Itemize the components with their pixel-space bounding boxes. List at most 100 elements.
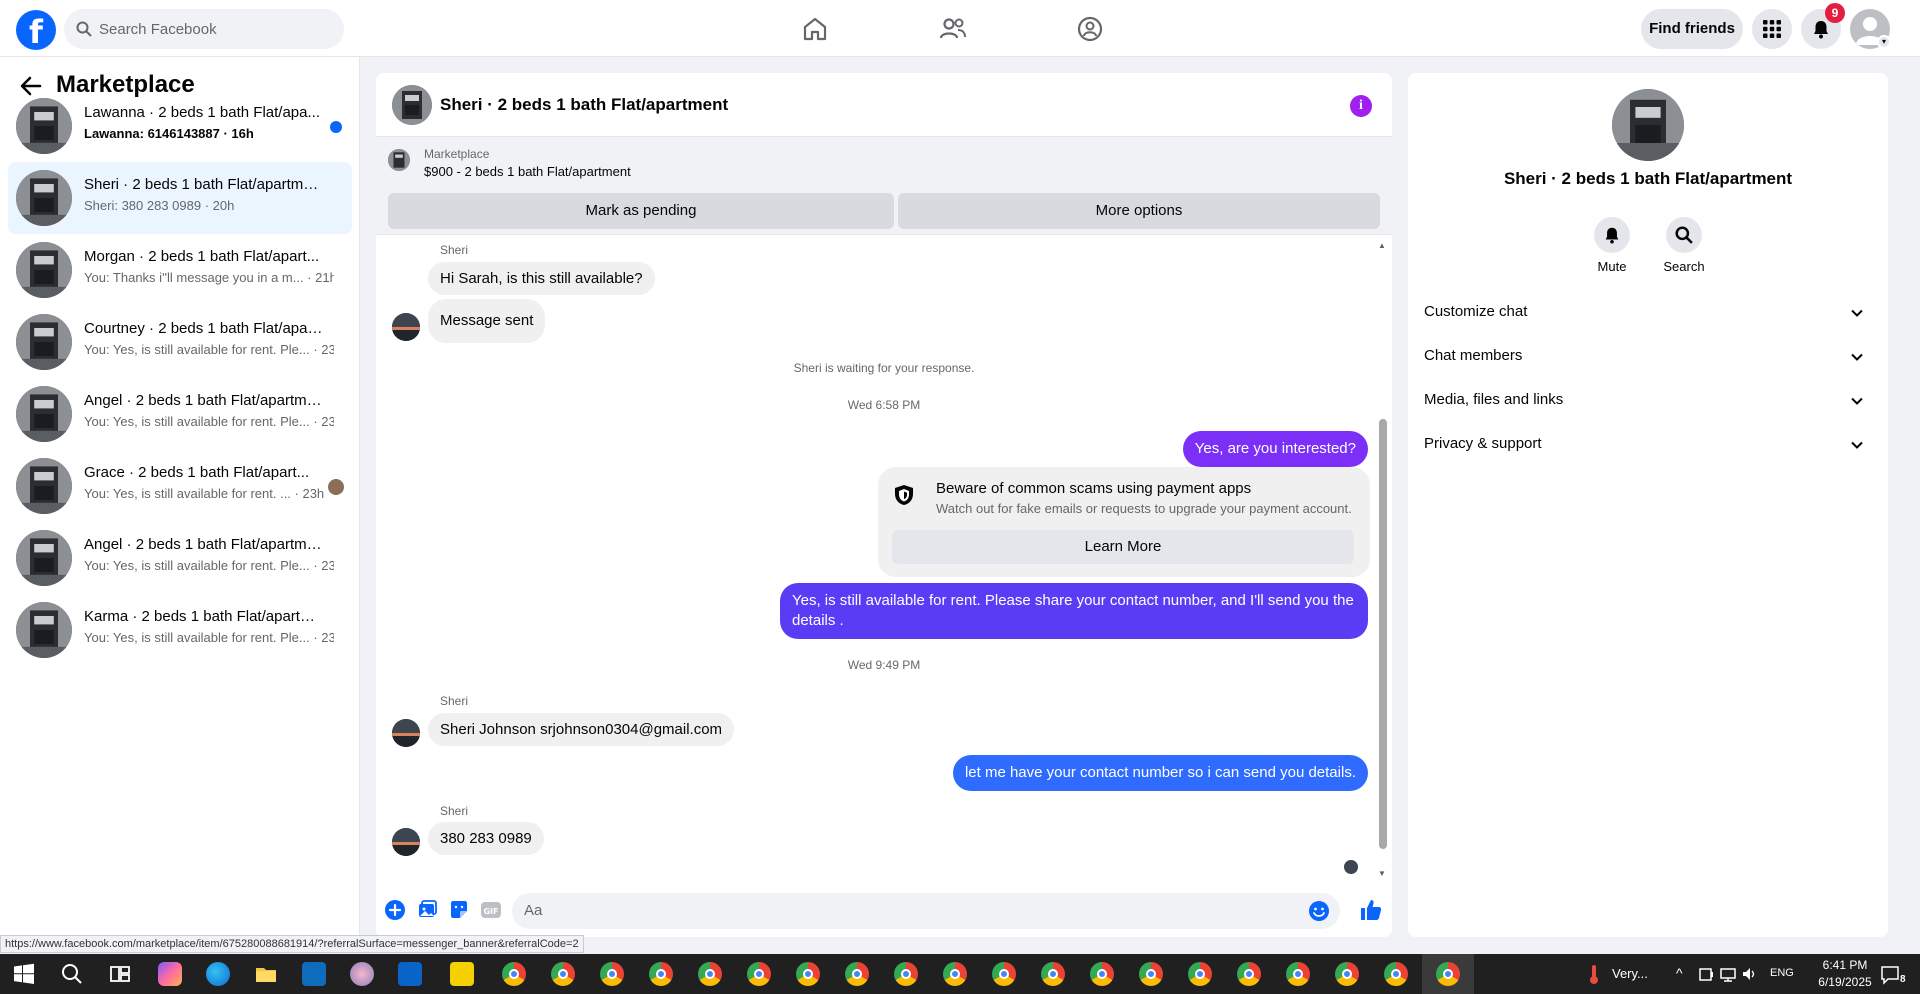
network-icon[interactable] bbox=[1719, 962, 1737, 986]
thermometer-icon[interactable] bbox=[1582, 962, 1606, 986]
customize-chat-row[interactable]: Customize chat bbox=[1424, 291, 1872, 335]
chat-header: Sheri · 2 beds 1 bath Flat/apartment i bbox=[376, 73, 1392, 137]
chrome-profile-icon[interactable] bbox=[894, 962, 918, 986]
incoming-message[interactable]: Hi Sarah, is this still available? bbox=[428, 262, 655, 295]
facebook-logo[interactable]: f bbox=[16, 10, 56, 50]
more-options-button[interactable]: More options bbox=[898, 193, 1380, 229]
message-scrollbar[interactable]: ▲ ▼ bbox=[1378, 241, 1388, 881]
gif-icon[interactable]: GIF bbox=[480, 899, 502, 921]
chrome-profile-icon[interactable] bbox=[1139, 962, 1163, 986]
chat-members-row[interactable]: Chat members bbox=[1424, 335, 1872, 379]
chrome-profile-icon[interactable] bbox=[649, 962, 673, 986]
task-view-icon[interactable] bbox=[108, 962, 132, 986]
mute-button[interactable]: Mute bbox=[1582, 217, 1642, 274]
chrome-profile-icon[interactable] bbox=[1041, 962, 1065, 986]
volume-icon[interactable] bbox=[1741, 962, 1759, 986]
clock-time[interactable]: 6:41 PM bbox=[1810, 958, 1880, 972]
battery-icon[interactable] bbox=[1697, 962, 1715, 986]
clock-date[interactable]: 6/19/2025 bbox=[1810, 975, 1880, 989]
chrome-profile-icon-active[interactable] bbox=[1436, 962, 1460, 986]
sticky-notes-icon[interactable] bbox=[450, 962, 474, 986]
emoji-icon[interactable] bbox=[1308, 900, 1330, 922]
outlook-icon[interactable] bbox=[398, 962, 422, 986]
notification-center-icon[interactable] bbox=[1880, 962, 1900, 986]
search-input[interactable]: Search Facebook bbox=[64, 9, 344, 49]
sender-avatar[interactable] bbox=[392, 828, 420, 856]
chevron-up-icon[interactable]: ^ bbox=[1676, 965, 1683, 981]
copilot-icon[interactable] bbox=[158, 962, 182, 986]
listing-avatar-large[interactable] bbox=[1612, 89, 1684, 161]
windows-start-icon[interactable] bbox=[12, 962, 36, 986]
groups-icon[interactable] bbox=[1075, 14, 1105, 44]
chrome-profile-icon[interactable] bbox=[551, 962, 575, 986]
search-icon[interactable] bbox=[60, 962, 84, 986]
incoming-message[interactable]: 380 283 0989 bbox=[428, 822, 544, 855]
info-icon[interactable]: i bbox=[1350, 95, 1372, 117]
chrome-profile-icon[interactable] bbox=[1286, 962, 1310, 986]
notifications-button[interactable]: 9 bbox=[1801, 3, 1845, 49]
chrome-profile-icon[interactable] bbox=[1384, 962, 1408, 986]
language-indicator[interactable]: ENG bbox=[1770, 967, 1794, 979]
chrome-icon[interactable] bbox=[502, 962, 526, 986]
photo-icon[interactable] bbox=[416, 899, 438, 921]
listing-price[interactable]: $900 - 2 beds 1 bath Flat/apartment bbox=[424, 164, 631, 179]
friends-icon[interactable] bbox=[938, 14, 968, 44]
incoming-message[interactable]: Sheri Johnson srjohnson0304@gmail.com bbox=[428, 713, 735, 746]
photos-icon[interactable] bbox=[350, 962, 374, 986]
conversation-item[interactable]: Angel · 2 beds 1 bath Flat/apartme... You… bbox=[8, 378, 352, 450]
scroll-down-arrow[interactable]: ▼ bbox=[1378, 869, 1386, 878]
listing-thumbnail-small[interactable] bbox=[388, 149, 410, 171]
sender-avatar[interactable] bbox=[392, 719, 420, 747]
scroll-up-arrow[interactable]: ▲ bbox=[1378, 241, 1386, 250]
outgoing-message[interactable]: Yes, is still available for rent. Please… bbox=[780, 583, 1368, 639]
file-explorer-icon[interactable] bbox=[254, 962, 278, 986]
conversation-item[interactable]: Courtney · 2 beds 1 bath Flat/apart... Yo… bbox=[8, 306, 352, 378]
search-in-chat-button[interactable]: Search bbox=[1654, 217, 1714, 274]
conversation-preview: You: Yes, is still available for rent. P… bbox=[84, 558, 334, 573]
weather-text[interactable]: Very... bbox=[1612, 966, 1648, 981]
thumbs-up-icon[interactable] bbox=[1358, 897, 1384, 923]
scroll-thumb[interactable] bbox=[1379, 419, 1387, 849]
chrome-profile-icon[interactable] bbox=[1090, 962, 1114, 986]
edge-icon[interactable] bbox=[206, 962, 230, 986]
chrome-profile-icon[interactable] bbox=[747, 962, 771, 986]
chrome-profile-icon[interactable] bbox=[600, 962, 624, 986]
sticker-icon[interactable] bbox=[448, 899, 470, 921]
chrome-profile-icon[interactable] bbox=[1188, 962, 1212, 986]
conversation-name: Angel · 2 beds 1 bath Flat/apartme... bbox=[84, 392, 324, 409]
message-input[interactable]: Aa bbox=[512, 893, 1340, 929]
conversation-item[interactable]: Grace · 2 beds 1 bath Flat/apart... You: … bbox=[8, 450, 352, 522]
find-friends-button[interactable]: Find friends bbox=[1641, 9, 1743, 49]
conversation-item[interactable]: Angel · 2 beds 1 bath Flat/apartme... You… bbox=[8, 522, 352, 594]
chrome-profile-icon[interactable] bbox=[1335, 962, 1359, 986]
conversation-item[interactable]: Karma · 2 beds 1 bath Flat/apartm... You:… bbox=[8, 594, 352, 666]
chat-members-label: Chat members bbox=[1424, 347, 1523, 364]
sender-avatar[interactable] bbox=[392, 313, 420, 341]
chrome-profile-icon[interactable] bbox=[796, 962, 820, 986]
conversation-item[interactable]: Sheri · 2 beds 1 bath Flat/apartment Sher… bbox=[8, 162, 352, 234]
conversation-preview: You: Thanks i''ll message you in a m... … bbox=[84, 270, 334, 285]
chrome-profile-icon[interactable] bbox=[698, 962, 722, 986]
chrome-profile-icon[interactable] bbox=[943, 962, 967, 986]
store-icon[interactable] bbox=[302, 962, 326, 986]
outgoing-message[interactable]: let me have your contact number so i can… bbox=[952, 755, 1368, 791]
chat-title[interactable]: Sheri · 2 beds 1 bath Flat/apartment bbox=[440, 95, 728, 115]
plus-circle-icon[interactable] bbox=[384, 899, 406, 921]
menu-button[interactable] bbox=[1752, 9, 1792, 49]
privacy-support-row[interactable]: Privacy & support bbox=[1424, 423, 1872, 467]
learn-more-button[interactable]: Learn More bbox=[892, 530, 1354, 564]
incoming-message[interactable]: Message sent bbox=[428, 299, 546, 343]
chevron-down-icon[interactable]: ▾ bbox=[1877, 35, 1891, 49]
outgoing-message[interactable]: Yes, are you interested? bbox=[1182, 431, 1368, 467]
sunset-photo bbox=[392, 828, 420, 856]
conversation-item[interactable]: Morgan · 2 beds 1 bath Flat/apart... You:… bbox=[8, 234, 352, 306]
mark-as-pending-button[interactable]: Mark as pending bbox=[388, 193, 894, 229]
message-composer: GIF Aa bbox=[376, 885, 1392, 937]
conversation-item[interactable]: Lawanna · 2 beds 1 bath Flat/apa... Lawan… bbox=[8, 90, 352, 162]
chrome-profile-icon[interactable] bbox=[845, 962, 869, 986]
chrome-profile-icon[interactable] bbox=[1237, 962, 1261, 986]
media-files-links-row[interactable]: Media, files and links bbox=[1424, 379, 1872, 423]
chrome-profile-icon[interactable] bbox=[992, 962, 1016, 986]
listing-thumbnail[interactable] bbox=[392, 85, 432, 125]
home-icon[interactable] bbox=[800, 14, 830, 44]
